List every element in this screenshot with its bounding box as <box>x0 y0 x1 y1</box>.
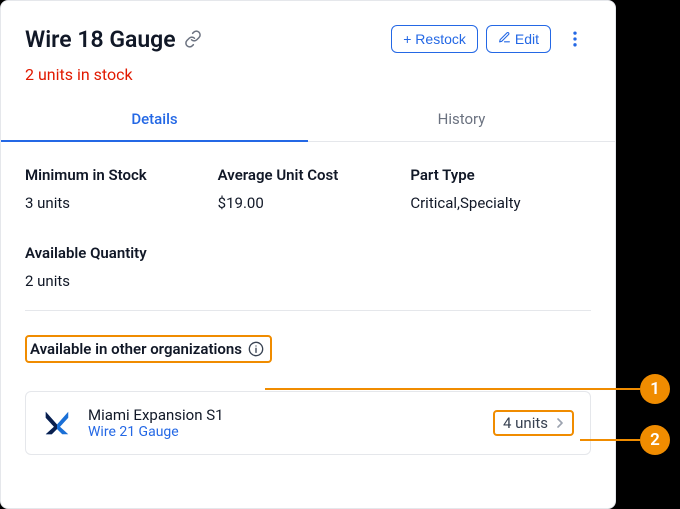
min-stock-label: Minimum in Stock <box>25 166 206 184</box>
field-avail-qty: Available Quantity 2 units <box>25 244 591 290</box>
avail-qty-value: 2 units <box>25 272 591 290</box>
min-stock-value: 3 units <box>25 194 206 212</box>
other-orgs-section: Available in other organizations <box>1 311 615 373</box>
part-type-value: Critical,Specialty <box>410 194 591 212</box>
avg-cost-value: $19.00 <box>218 194 399 212</box>
title-wrap: Wire 18 Gauge <box>25 26 202 53</box>
part-detail-panel: Wire 18 Gauge + Restock Edit 2 units in … <box>0 0 616 509</box>
link-icon[interactable] <box>184 30 202 48</box>
callout-badge-1: 1 <box>640 374 670 404</box>
callout-badge-2: 2 <box>640 425 670 455</box>
org-units-text: 4 units <box>503 414 548 432</box>
edit-button[interactable]: Edit <box>486 25 551 53</box>
pencil-icon <box>498 31 511 47</box>
stock-text: 2 units in stock <box>25 65 133 84</box>
stock-row: 2 units in stock <box>1 61 615 98</box>
avg-cost-label: Average Unit Cost <box>218 166 399 184</box>
callout-leader-1 <box>265 388 640 390</box>
other-orgs-heading: Available in other organizations <box>30 340 242 358</box>
org-card: Miami Expansion S1 Wire 21 Gauge 4 units <box>25 391 591 455</box>
info-icon[interactable] <box>248 341 264 357</box>
avail-qty-label: Available Quantity <box>25 244 591 262</box>
kebab-menu-icon[interactable] <box>559 25 591 53</box>
org-units-button[interactable]: 4 units <box>493 410 574 436</box>
org-text: Miami Expansion S1 Wire 21 Gauge <box>88 406 477 440</box>
org-name: Miami Expansion S1 <box>88 406 477 424</box>
fields-row-1: Minimum in Stock 3 units Average Unit Co… <box>1 142 615 216</box>
header-actions: + Restock Edit <box>391 25 591 53</box>
tab-details[interactable]: Details <box>1 98 308 142</box>
restock-button[interactable]: + Restock <box>391 25 478 53</box>
chevron-right-icon <box>552 415 568 431</box>
callout-leader-2 <box>580 439 640 441</box>
field-avg-cost: Average Unit Cost $19.00 <box>218 166 399 212</box>
other-orgs-heading-wrap: Available in other organizations <box>25 335 272 363</box>
org-part-link[interactable]: Wire 21 Gauge <box>88 424 477 440</box>
part-title: Wire 18 Gauge <box>25 26 176 53</box>
restock-label: + Restock <box>403 31 466 47</box>
edit-label: Edit <box>515 31 539 47</box>
tabs: Details History <box>1 98 615 142</box>
panel-header: Wire 18 Gauge + Restock Edit <box>1 1 615 61</box>
tab-history[interactable]: History <box>308 98 615 141</box>
fields-row-2: Available Quantity 2 units <box>1 216 615 310</box>
field-part-type: Part Type Critical,Specialty <box>410 166 591 212</box>
field-min-stock: Minimum in Stock 3 units <box>25 166 206 212</box>
part-type-label: Part Type <box>410 166 591 184</box>
org-logo-icon <box>42 408 72 438</box>
